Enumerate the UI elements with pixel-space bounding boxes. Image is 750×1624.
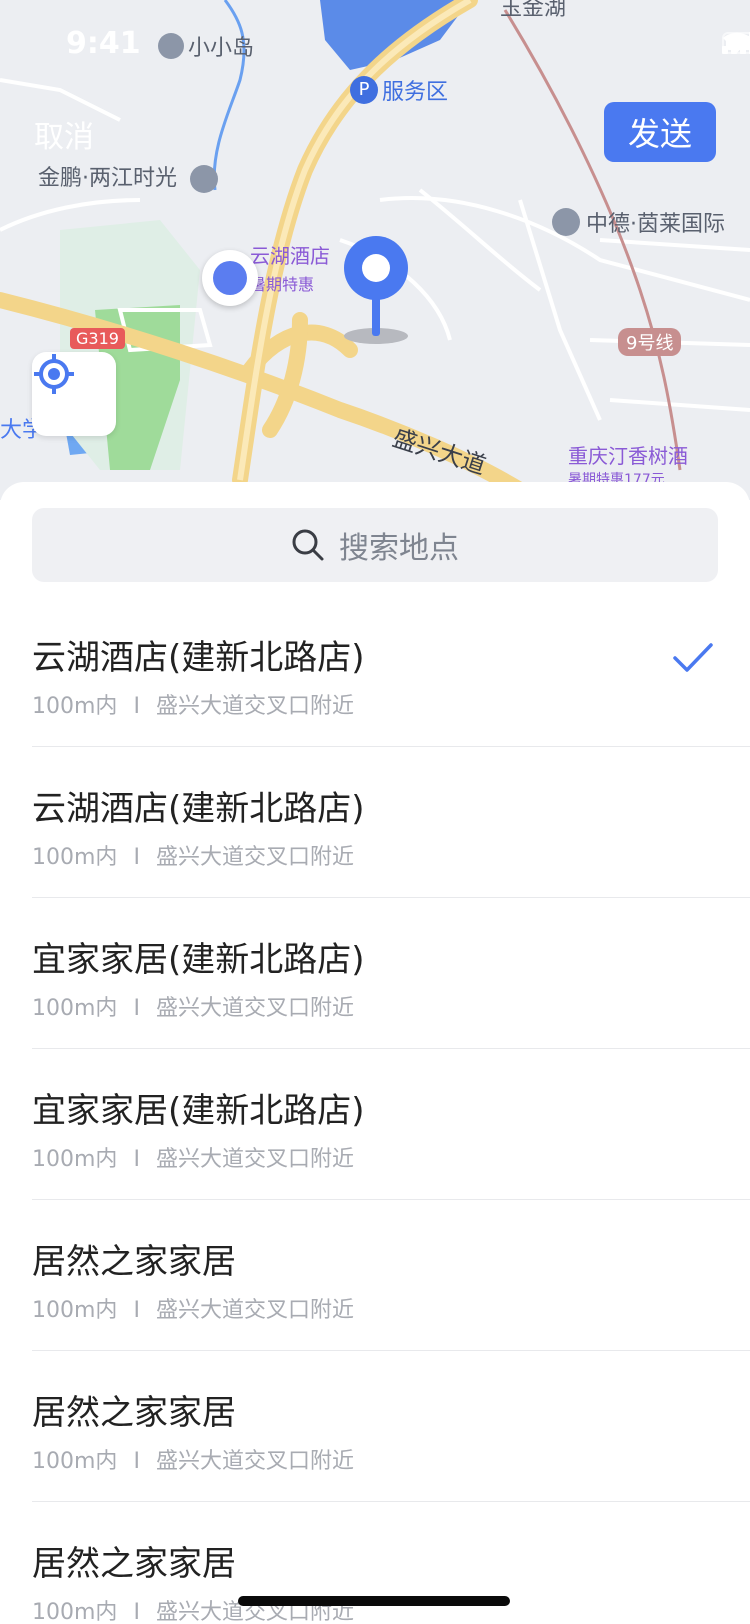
check-icon [673, 643, 713, 672]
item-title: 居然之家家居 [32, 1393, 236, 1433]
list-item[interactable]: 宜家家居(建新北路店) 100m内 I 盛兴大道交叉口附近 [32, 1049, 750, 1200]
current-location-dot [202, 250, 258, 306]
map-poi-hotel[interactable]: 云湖酒店 暑期特惠 [250, 240, 330, 295]
locate-me-button[interactable] [32, 352, 116, 436]
battery-icon [722, 32, 750, 54]
map-pin-icon [344, 236, 408, 344]
map-poi-service-area[interactable]: P 服务区 [350, 74, 448, 106]
list-item[interactable]: 云湖酒店(建新北路店) 100m内 I 盛兴大道交叉口附近 [32, 747, 750, 898]
item-subtitle: 100m内 I 盛兴大道交叉口附近 [32, 996, 354, 1021]
item-subtitle: 100m内 I 盛兴大道交叉口附近 [32, 1298, 354, 1323]
poi-marker-icon [552, 208, 580, 236]
list-item[interactable]: 居然之家家居 100m内 I 盛兴大道交叉口附近 [32, 1200, 750, 1351]
map-view[interactable]: 9:41 取消 发送 小小岛 P 服务区 金鹏·两江时光 中德·茵莱国际 云湖酒… [0, 0, 750, 500]
item-title: 宜家家居(建新北路店) [32, 940, 365, 980]
item-title: 居然之家家居 [32, 1242, 236, 1282]
item-title: 云湖酒店(建新北路店) [32, 789, 365, 829]
map-poi-yujin[interactable]: 玉金湖 [500, 0, 566, 22]
location-sheet: 搜索地点 云湖酒店(建新北路店) 100m内 I 盛兴大道交叉口附近 云湖酒店(建新… [0, 482, 750, 1624]
map-poi-zhongde[interactable]: 中德·茵莱国际 [552, 206, 725, 238]
hotel-promo: 暑期特惠 [250, 275, 315, 294]
parking-icon: P [350, 76, 378, 104]
poi-marker-icon [190, 165, 218, 193]
item-subtitle: 100m内 I 盛兴大道交叉口附近 [32, 845, 354, 870]
list-item[interactable]: 云湖酒店(建新北路店) 100m内 I 盛兴大道交叉口附近 [32, 596, 750, 747]
metro-line-9-label: 9号线 [618, 328, 682, 356]
item-title: 云湖酒店(建新北路店) [32, 638, 365, 678]
list-item[interactable]: 居然之家家居 100m内 I 盛兴大道交叉口附近 [32, 1351, 750, 1502]
item-subtitle: 100m内 I 盛兴大道交叉口附近 [32, 1449, 354, 1474]
item-subtitle: 100m内 I 盛兴大道交叉口附近 [32, 694, 354, 719]
list-item[interactable]: 宜家家居(建新北路店) 100m内 I 盛兴大道交叉口附近 [32, 898, 750, 1049]
map-poi-jinpeng[interactable]: 金鹏·两江时光 [38, 160, 218, 193]
search-input[interactable]: 搜索地点 [32, 508, 718, 582]
send-button[interactable]: 发送 [604, 102, 716, 162]
cancel-button[interactable]: 取消 [34, 112, 94, 156]
result-list: 云湖酒店(建新北路店) 100m内 I 盛兴大道交叉口附近 云湖酒店(建新北路店) … [0, 596, 750, 1624]
home-indicator[interactable] [238, 1596, 510, 1606]
item-subtitle: 100m内 I 盛兴大道交叉口附近 [32, 1147, 354, 1172]
poi-marker-icon [158, 33, 184, 59]
item-title: 居然之家家居 [32, 1544, 236, 1584]
item-title: 宜家家居(建新北路店) [32, 1091, 365, 1131]
current-location-dot-inner [213, 261, 247, 295]
search-placeholder: 搜索地点 [339, 531, 459, 566]
map-poi-island[interactable]: 小小岛 [158, 30, 254, 62]
crosshair-icon [34, 354, 74, 394]
road-badge-g319: G319 [70, 328, 125, 349]
status-time: 9:41 [66, 26, 141, 61]
search-icon [292, 529, 324, 561]
